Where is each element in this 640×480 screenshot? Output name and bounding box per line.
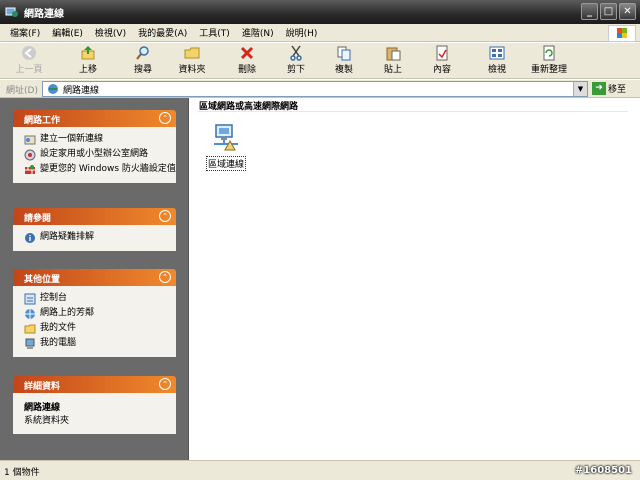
info-icon (25, 233, 35, 243)
task-pane: 網路工作 ⌃ 建立一個新連線 設定家用或小型辦公室網路 變更您的 Windows… (0, 98, 189, 460)
up-button[interactable]: 上移 (63, 45, 113, 75)
network-connections-icon (48, 84, 58, 94)
views-grid-icon (489, 46, 505, 60)
scissors-icon (290, 45, 302, 61)
details-name: 網路連線 (24, 403, 61, 413)
address-value: 網路連線 (63, 85, 100, 96)
menu-view[interactable]: 檢視(V) (89, 26, 132, 39)
toolbar: 上一頁 上移 搜尋 資料夾 刪除 剪下 複製 貼上 內容 檢視 重新整理 (0, 43, 640, 79)
search-icon (136, 46, 149, 60)
cut-button[interactable]: 剪下 (271, 45, 321, 75)
maximize-button[interactable]: □ (600, 3, 617, 20)
local-area-connection-label: 區域連線 (205, 156, 246, 171)
details-panel: 詳細資料 ⌃ 網路連線 系統資料夾 (13, 376, 176, 434)
go-label: 移至 (608, 85, 627, 95)
status-text: 1 個物件 (4, 468, 40, 478)
refresh-button[interactable]: 重新整理 (518, 45, 580, 75)
network-tasks-header[interactable]: 網路工作 ⌃ (13, 110, 176, 127)
task-firewall-settings[interactable]: 變更您的 Windows 防火牆設定值 (24, 164, 176, 176)
search-button[interactable]: 搜尋 (118, 45, 168, 75)
menu-tools[interactable]: 工具(T) (193, 26, 236, 39)
collapse-chevron-icon[interactable]: ⌃ (159, 271, 171, 283)
task-setup-home-network[interactable]: 設定家用或小型辦公室網路 (24, 149, 176, 161)
local-area-connection-item[interactable]: 區域連線 (203, 122, 249, 171)
go-arrow-icon: ➜ (592, 82, 606, 95)
content-pane: 區域網路或高速網際網路 區域連線 (190, 98, 640, 460)
collapse-chevron-icon[interactable]: ⌃ (159, 378, 171, 390)
network-connections-icon (5, 7, 18, 17)
refresh-page-icon (543, 45, 555, 61)
address-dropdown-button[interactable]: ▼ (573, 82, 587, 96)
folder-up-icon (81, 46, 95, 60)
copy-icon (337, 46, 351, 61)
menu-edit[interactable]: 編輯(E) (46, 26, 89, 39)
back-button[interactable]: 上一頁 (4, 45, 54, 75)
link-control-panel[interactable]: 控制台 (24, 293, 176, 305)
paste-clipboard-icon (386, 47, 401, 61)
paste-button[interactable]: 貼上 (368, 45, 418, 75)
collapse-chevron-icon[interactable]: ⌃ (159, 210, 171, 222)
properties-button[interactable]: 內容 (417, 45, 467, 75)
other-places-panel: 其他位置 ⌃ 控制台 網路上的芳鄰 我的文件 我的電腦 (13, 269, 176, 357)
address-input[interactable]: 網路連線 ▼ (42, 81, 588, 97)
collapse-chevron-icon[interactable]: ⌃ (159, 112, 171, 124)
minimize-button[interactable]: _ (581, 3, 598, 20)
title-bar[interactable]: 網路連線 _ □ ✕ (0, 0, 640, 24)
menu-bar: 檔案(F) 編輯(E) 檢視(V) 我的最愛(A) 工具(T) 進階(N) 說明… (0, 24, 640, 42)
details-type: 系統資料夾 (24, 416, 70, 426)
link-network-places[interactable]: 網路上的芳鄰 (24, 308, 176, 320)
folder-icon (184, 47, 200, 59)
network-tasks-panel: 網路工作 ⌃ 建立一個新連線 設定家用或小型辦公室網路 變更您的 Windows… (13, 110, 176, 183)
copy-button[interactable]: 複製 (319, 45, 369, 75)
see-also-header[interactable]: 請參閱 ⌃ (13, 208, 176, 225)
windows-logo-icon (608, 25, 636, 42)
address-label: 網址(D) (6, 86, 38, 96)
link-network-troubleshooter[interactable]: 網路疑難排解 (24, 232, 176, 244)
folders-button[interactable]: 資料夾 (167, 45, 217, 75)
menu-advanced[interactable]: 進階(N) (236, 26, 280, 39)
my-computer-icon (25, 338, 35, 349)
window-title: 網路連線 (24, 8, 64, 20)
close-button[interactable]: ✕ (619, 3, 636, 20)
address-bar: 網址(D) 網路連線 ▼ ➜ 移至 (0, 80, 640, 98)
status-bar: 1 個物件 (0, 460, 640, 480)
other-places-header[interactable]: 其他位置 ⌃ (13, 269, 176, 286)
delete-x-icon (240, 46, 254, 60)
firewall-icon (25, 165, 35, 174)
section-divider (198, 111, 628, 112)
details-header[interactable]: 詳細資料 ⌃ (13, 376, 176, 393)
network-places-icon (25, 309, 35, 319)
menu-file[interactable]: 檔案(F) (4, 26, 46, 39)
properties-icon (436, 45, 448, 61)
delete-button[interactable]: 刪除 (222, 45, 272, 75)
go-button[interactable]: ➜ 移至 (592, 82, 626, 95)
back-arrow-icon (22, 46, 36, 60)
new-connection-icon (24, 135, 36, 145)
menu-help[interactable]: 說明(H) (280, 26, 324, 39)
my-documents-icon (24, 324, 36, 334)
views-button[interactable]: 檢視 (472, 45, 522, 75)
link-my-computer[interactable]: 我的電腦 (24, 338, 176, 350)
lan-connection-icon (214, 124, 238, 151)
menu-favorites[interactable]: 我的最愛(A) (132, 26, 193, 39)
watermark-text: #1608501 (574, 465, 632, 476)
task-create-connection[interactable]: 建立一個新連線 (24, 134, 176, 146)
see-also-panel: 請參閱 ⌃ 網路疑難排解 (13, 208, 176, 251)
link-my-documents[interactable]: 我的文件 (24, 323, 176, 335)
home-network-icon (24, 149, 36, 161)
control-panel-icon (24, 293, 36, 305)
